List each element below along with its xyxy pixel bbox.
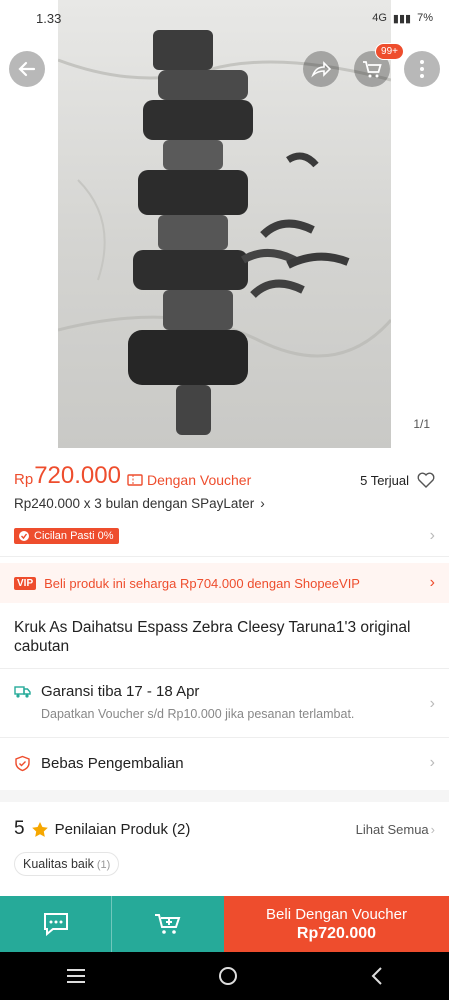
home-icon[interactable] <box>217 965 239 987</box>
network-label: 4G <box>372 12 387 24</box>
crankshaft-photo <box>57 30 393 435</box>
bottom-action-bar: Beli Dengan Voucher Rp720.000 <box>0 896 449 952</box>
battery-label: 7% <box>417 12 433 24</box>
cicilan-row[interactable]: Cicilan Pasti 0% › <box>14 523 435 549</box>
voucher-text: Dengan Voucher <box>146 472 252 488</box>
chat-button[interactable] <box>0 896 112 952</box>
back-button[interactable] <box>9 51 45 87</box>
heart-icon[interactable] <box>417 472 435 488</box>
chevron-right-icon: › <box>429 695 435 712</box>
cicilan-badge: Cicilan Pasti 0% <box>14 528 120 544</box>
shipping-subtitle: Dapatkan Voucher s/d Rp10.000 jika pesan… <box>41 707 355 721</box>
rating-score: 5 <box>14 818 25 839</box>
check-circle-icon <box>19 531 29 541</box>
cart-button[interactable]: 99+ <box>354 43 404 87</box>
buy-with-voucher-button[interactable]: Beli Dengan Voucher Rp720.000 <box>224 896 449 952</box>
buy-label: Beli Dengan Voucher <box>266 905 407 923</box>
review-filter-chip[interactable]: Kualitas baik (1) <box>14 852 120 876</box>
shield-icon <box>15 755 30 771</box>
chevron-right-icon: › <box>429 527 435 544</box>
chip-label: Kualitas baik <box>23 857 94 871</box>
star-icon <box>31 821 48 837</box>
more-vertical-icon <box>420 60 424 78</box>
vip-tag: VIP <box>14 576 37 590</box>
divider <box>0 556 449 557</box>
chat-icon <box>43 913 68 937</box>
status-indicators: 4G ▮▮▮ 7% <box>372 12 433 25</box>
image-counter: 1/1 <box>404 414 439 434</box>
status-bar: 1.33 4G ▮▮▮ 7% <box>0 0 449 36</box>
buy-price: Rp720.000 <box>296 924 377 942</box>
more-options-button[interactable] <box>404 51 440 87</box>
add-cart-icon <box>155 914 181 934</box>
voucher-label: Dengan Voucher <box>127 472 251 488</box>
arrow-left-icon <box>18 61 36 77</box>
cart-icon <box>363 61 382 78</box>
sold-count: 5 Terjual <box>360 472 435 488</box>
divider <box>0 668 449 669</box>
shipping-guarantee-row[interactable]: Garansi tiba 17 - 18 Apr Dapatkan Vouche… <box>14 683 435 721</box>
product-rating-header[interactable]: 5 Penilaian Produk (2) Lihat Semua › <box>14 817 435 841</box>
cart-badge: 99+ <box>375 43 404 60</box>
shipping-title: Garansi tiba 17 - 18 Apr <box>41 683 200 700</box>
truck-icon <box>14 685 31 698</box>
shopee-vip-banner[interactable]: VIP Beli produk ini seharga Rp704.000 de… <box>0 563 449 603</box>
rating-count: (2) <box>172 820 191 838</box>
section-separator <box>0 790 449 802</box>
status-time: 1.33 <box>36 10 62 26</box>
chevron-right-icon: › <box>429 574 435 591</box>
free-returns-row[interactable]: Bebas Pengembalian › <box>14 751 435 775</box>
share-icon <box>311 61 332 78</box>
rating-label: Penilaian Produk <box>54 820 168 838</box>
divider <box>0 737 449 738</box>
price-currency: Rp <box>14 471 34 488</box>
share-button[interactable] <box>303 51 339 87</box>
voucher-icon <box>127 474 143 486</box>
nav-back-icon[interactable] <box>370 966 384 986</box>
price-section: Rp 720.000 Dengan Voucher 5 Terjual Rp24… <box>0 448 449 511</box>
product-title: Kruk As Daihatsu Espass Zebra Cleesy Tar… <box>14 619 411 655</box>
chevron-right-icon: › <box>429 754 435 771</box>
chevron-right-icon: › <box>260 496 265 511</box>
returns-label: Bebas Pengembalian <box>41 754 184 772</box>
installment-text: Rp240.000 x 3 bulan dengan SPayLater <box>14 496 255 511</box>
cicilan-text: Cicilan Pasti 0% <box>34 530 114 542</box>
installment-link[interactable]: Rp240.000 x 3 bulan dengan SPayLater › <box>14 496 435 511</box>
chip-count: (1) <box>96 859 111 871</box>
recent-apps-icon[interactable] <box>66 968 86 984</box>
price-amount: 720.000 <box>34 462 121 489</box>
see-all-text: Lihat Semua <box>355 821 429 837</box>
see-all-link[interactable]: Lihat Semua › <box>356 822 435 837</box>
product-photo[interactable] <box>57 0 393 448</box>
chevron-right-icon: › <box>430 821 435 837</box>
add-to-cart-button[interactable] <box>112 896 224 952</box>
sold-text: 5 Terjual <box>360 472 409 488</box>
system-navigation-bar <box>0 952 449 1000</box>
vip-text: Beli produk ini seharga Rp704.000 dengan… <box>44 575 360 591</box>
signal-icon: ▮▮▮ <box>392 12 412 25</box>
